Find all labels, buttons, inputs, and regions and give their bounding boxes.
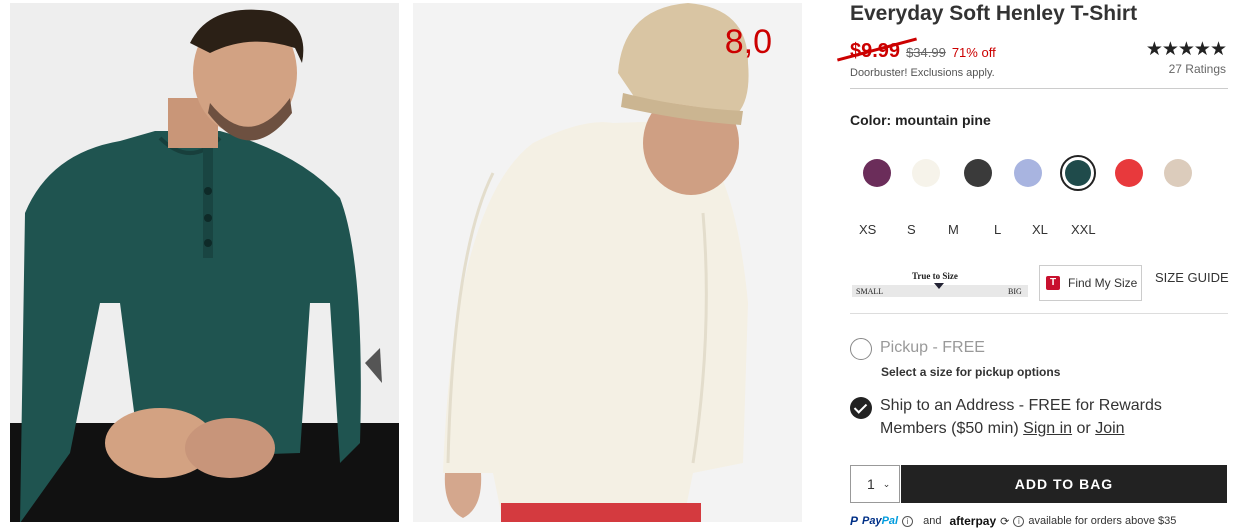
swatch-mountain-pine[interactable] xyxy=(1060,155,1096,191)
swatch-light-blue[interactable] xyxy=(1014,159,1042,187)
quantity-select[interactable]: 1 ⌄ xyxy=(850,465,900,503)
paypal-logo-icon: P xyxy=(850,514,859,528)
size-xl[interactable]: XL xyxy=(1032,222,1048,237)
true-to-size-label: True to Size xyxy=(912,271,958,281)
available-text: available for orders above $35 xyxy=(1028,515,1177,527)
product-photo-front[interactable] xyxy=(10,3,399,522)
size-xs[interactable]: XS xyxy=(859,222,876,237)
paypal-logo-pal: Pal xyxy=(881,515,899,527)
size-l[interactable]: L xyxy=(994,222,1001,237)
or-text: or xyxy=(1072,420,1096,437)
model-cream-shirt-illustration xyxy=(413,3,802,522)
sale-price: $9.99 xyxy=(837,37,917,63)
ship-label-members: Members ($50 min) Sign in or Join xyxy=(880,420,1125,438)
afterpay-icon: ⟳ xyxy=(1000,515,1010,528)
pickup-label[interactable]: Pickup - FREE xyxy=(880,339,985,357)
paypal-logo-pay: Pay xyxy=(862,515,882,527)
find-my-size-label: Find My Size xyxy=(1068,276,1138,290)
info-icon[interactable]: i xyxy=(1013,515,1025,527)
ratings-count-link[interactable]: 27 Ratings xyxy=(1169,62,1226,76)
original-price: $34.99 xyxy=(906,45,946,60)
swatch-purple[interactable] xyxy=(863,159,891,187)
quantity-value: 1 xyxy=(867,476,875,492)
swatch-khaki[interactable] xyxy=(1164,159,1192,187)
percent-off: 71% off xyxy=(951,45,996,60)
star-rating-icon[interactable]: ★★★★★ xyxy=(1146,38,1227,61)
size-guide-link[interactable]: SIZE GUIDE xyxy=(1155,270,1229,285)
ship-checked-radio-icon[interactable] xyxy=(850,397,872,419)
chevron-down-icon: ⌄ xyxy=(882,478,891,489)
swatch-cream[interactable] xyxy=(912,159,940,187)
product-title: Everyday Soft Henley T-Shirt xyxy=(850,2,1138,25)
product-photo-back[interactable]: 8,0 xyxy=(413,3,802,522)
divider xyxy=(850,313,1228,314)
and-text: and xyxy=(923,515,942,527)
sign-in-link[interactable]: Sign in xyxy=(1023,420,1072,437)
payment-options: P Pay Pal i and afterpay ⟳ i available f… xyxy=(850,514,1176,528)
size-s[interactable]: S xyxy=(907,222,916,237)
color-label: Color: mountain pine xyxy=(850,112,991,128)
swatch-red[interactable] xyxy=(1115,159,1143,187)
afterpay-logo: afterpay xyxy=(949,514,997,528)
model-green-henley-illustration xyxy=(10,3,399,522)
divider xyxy=(850,88,1228,89)
product-details-panel: Everyday Soft Henley T-Shirt $9.99 $34.9… xyxy=(837,0,1229,529)
fit-small-label: SMALL xyxy=(856,287,884,296)
find-my-size-button[interactable]: T Find My Size xyxy=(1039,265,1142,301)
swatch-charcoal[interactable] xyxy=(964,159,992,187)
add-to-bag-button[interactable]: ADD TO BAG xyxy=(901,465,1227,503)
price-row: $9.99 $34.99 71% off xyxy=(837,37,996,63)
fit-big-label: BIG xyxy=(1008,287,1022,296)
true-fit-logo-icon: T xyxy=(1046,276,1060,290)
fit-pointer-icon xyxy=(934,283,944,289)
size-m[interactable]: M xyxy=(948,222,959,237)
size-xxl[interactable]: XXL xyxy=(1071,222,1096,237)
promo-text: Doorbuster! Exclusions apply. xyxy=(850,67,995,79)
join-link[interactable]: Join xyxy=(1095,420,1124,437)
pickup-radio[interactable] xyxy=(850,338,872,360)
ship-members-text: Members ($50 min) xyxy=(880,420,1024,437)
image-overlay-number: 8,0 xyxy=(724,23,772,61)
pickup-subtext: Select a size for pickup options xyxy=(881,365,1061,379)
ship-label[interactable]: Ship to an Address - FREE for Rewards xyxy=(880,397,1162,415)
info-icon[interactable]: i xyxy=(902,515,914,527)
